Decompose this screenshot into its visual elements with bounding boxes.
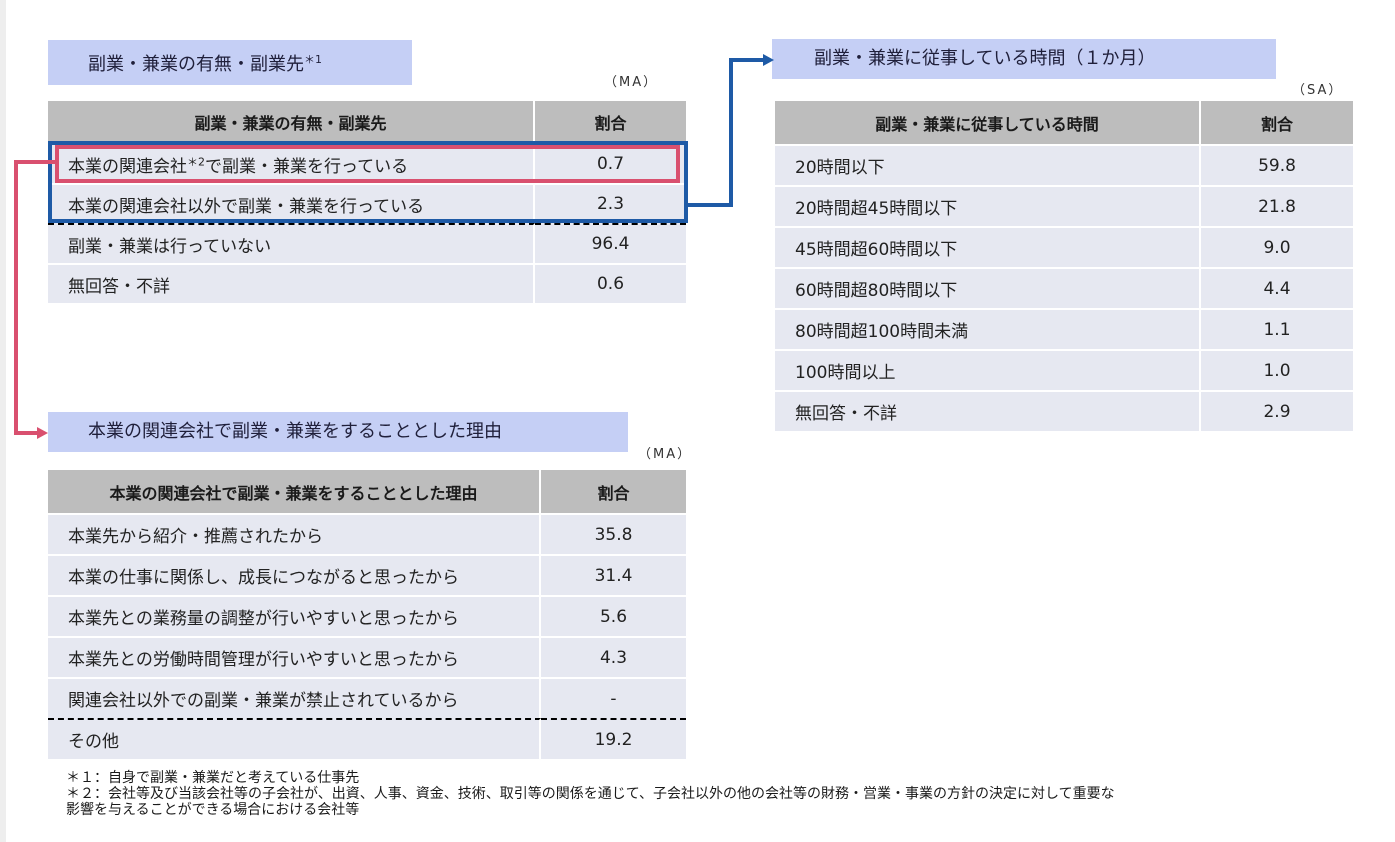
footnote-1: ＊１：自身で副業・兼業だと考えている仕事先 bbox=[66, 770, 360, 786]
blue-connector-arrow bbox=[688, 58, 764, 207]
blue-arrowhead-icon bbox=[763, 54, 774, 66]
red-arrowhead-icon bbox=[37, 427, 48, 439]
red-connector-arrow bbox=[14, 160, 55, 435]
footnotes: ＊１：自身で副業・兼業だと考えている仕事先 ＊２：会社等及び当該会社等の子会社が… bbox=[66, 770, 1115, 818]
footnote-2-cont: 影響を与えることができる場合における会社等 bbox=[66, 802, 360, 818]
connector-arrows bbox=[14, 54, 774, 439]
footnote-2: ＊２：会社等及び当該会社等の子会社が、出資、人事、資金、技術、取引等の関係を通じ… bbox=[66, 786, 1115, 802]
